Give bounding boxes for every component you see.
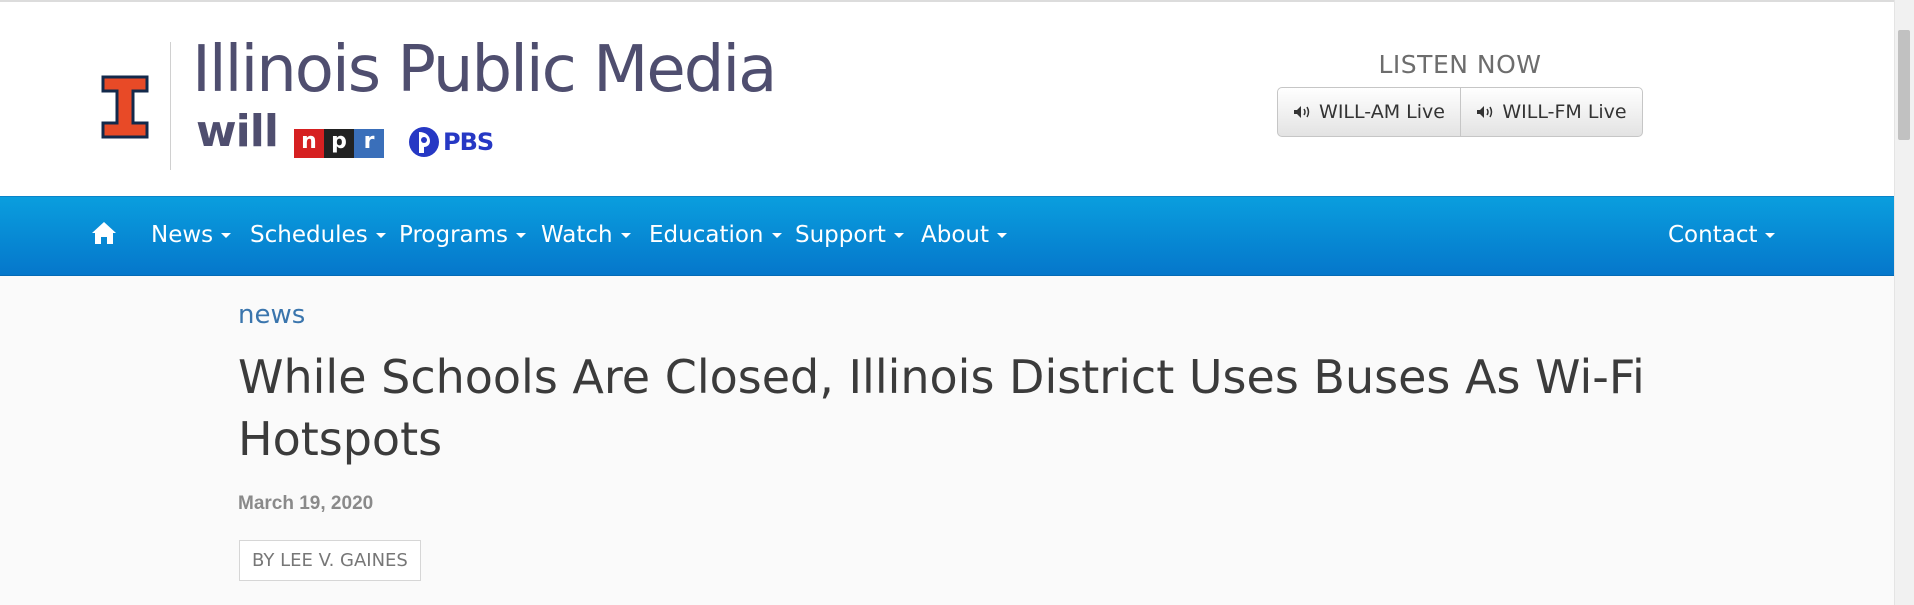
will-fm-live-label: WILL-FM Live — [1502, 101, 1627, 123]
site-title[interactable]: Illinois Public Media — [192, 38, 777, 102]
will-am-live-label: WILL-AM Live — [1319, 101, 1445, 123]
chevron-down-icon — [375, 233, 386, 238]
pbs-logo[interactable]: PBS — [408, 126, 494, 158]
nav-item-support[interactable]: Support — [795, 197, 904, 275]
chevron-down-icon — [1765, 233, 1776, 238]
chevron-down-icon — [771, 233, 782, 238]
nav-item-watch[interactable]: Watch — [541, 197, 631, 275]
npr-letter-r: r — [354, 129, 384, 158]
author-byline[interactable]: BY LEE V. GAINES — [239, 540, 421, 581]
block-i-logo-icon[interactable] — [100, 74, 150, 140]
chevron-down-icon — [516, 233, 527, 238]
main-navbar: News Schedules Programs Watch Education … — [0, 196, 1894, 276]
nav-item-news[interactable]: News — [151, 197, 232, 275]
npr-logo[interactable]: n p r — [294, 129, 384, 158]
chevron-down-icon — [620, 233, 631, 238]
nav-item-contact[interactable]: Contact — [1668, 197, 1776, 275]
nav-item-schedules[interactable]: Schedules — [250, 197, 386, 275]
nav-item-programs[interactable]: Programs — [399, 197, 527, 275]
pbs-wordmark: PBS — [443, 128, 494, 156]
nav-item-label: Support — [795, 222, 886, 248]
chevron-down-icon — [221, 233, 232, 238]
nav-item-label: Programs — [399, 222, 509, 248]
site-header: Illinois Public Media will n p r PBS LIS… — [0, 2, 1894, 196]
npr-letter-n: n — [294, 129, 324, 158]
section-link[interactable]: news — [238, 300, 305, 330]
article-headline: While Schools Are Closed, Illinois Distr… — [238, 350, 1645, 466]
nav-item-label: Schedules — [250, 222, 368, 248]
npr-letter-p: p — [324, 129, 354, 158]
will-fm-live-button[interactable]: WILL-FM Live — [1461, 88, 1642, 136]
pbs-head-icon — [409, 127, 439, 157]
nav-item-education[interactable]: Education — [649, 197, 782, 275]
nav-item-label: About — [921, 222, 990, 248]
will-logo[interactable]: will — [196, 110, 279, 154]
speaker-icon — [1477, 106, 1493, 118]
nav-item-about[interactable]: About — [921, 197, 1008, 275]
chevron-down-icon — [893, 233, 904, 238]
will-am-live-button[interactable]: WILL-AM Live — [1278, 88, 1461, 136]
nav-item-label: Contact — [1668, 222, 1758, 248]
nav-item-label: Watch — [541, 222, 613, 248]
listen-button-group: WILL-AM Live WILL-FM Live — [1277, 87, 1643, 137]
listen-now-label: LISTEN NOW — [1378, 50, 1542, 79]
speaker-icon — [1294, 106, 1310, 118]
article-date: March 19, 2020 — [238, 493, 374, 514]
nav-item-label: News — [151, 222, 214, 248]
logo-divider — [170, 42, 171, 170]
home-icon[interactable] — [91, 221, 117, 245]
chevron-down-icon — [997, 233, 1008, 238]
scrollbar-thumb[interactable] — [1898, 30, 1910, 140]
nav-item-label: Education — [649, 222, 764, 248]
